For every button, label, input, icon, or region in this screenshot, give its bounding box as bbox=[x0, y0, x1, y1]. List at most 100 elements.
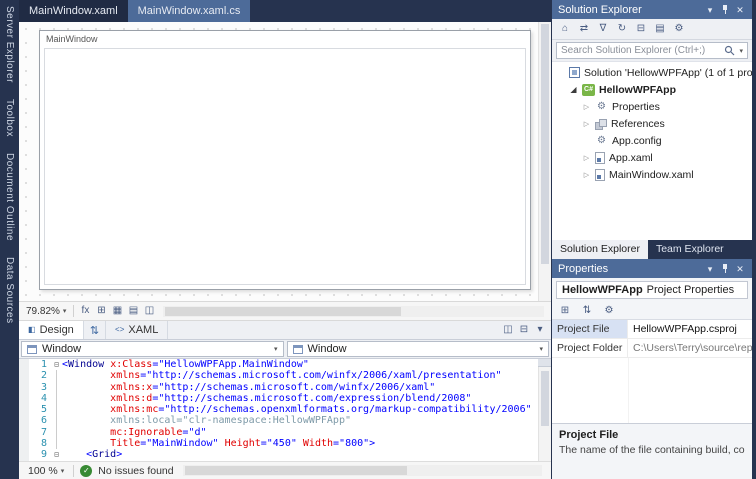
refresh-icon[interactable]: ↻ bbox=[615, 21, 629, 37]
show-all-files-icon[interactable]: ▤ bbox=[653, 21, 667, 37]
properties-icon[interactable]: ⚙ bbox=[672, 21, 686, 37]
side-tab-server-explorer[interactable]: Server Explorer bbox=[4, 6, 15, 83]
alphabetical-icon[interactable]: ⇅ bbox=[580, 303, 594, 319]
editor-splitter-handle[interactable] bbox=[538, 359, 551, 367]
design-tab-label: Design bbox=[40, 324, 74, 336]
fold-box-icon[interactable]: ⊟ bbox=[51, 449, 62, 460]
doc-tab-mainwindow-xaml-cs[interactable]: MainWindow.xaml.cs bbox=[128, 0, 251, 22]
fold-guide bbox=[51, 427, 62, 438]
right-panel: Solution Explorer ▾ ✕ ⌂ ⇄ ∇ ↻ ⊟ ▤ ⚙ ▾ Solution … bbox=[552, 0, 752, 479]
snap-to-grid-icon[interactable]: ▦ bbox=[110, 303, 124, 319]
preview-window-title: MainWindow bbox=[40, 31, 530, 47]
fold-box-icon[interactable]: ⊟ bbox=[51, 359, 62, 370]
switch-views-icon[interactable]: ⇄ bbox=[577, 21, 591, 37]
designer-horizontal-scrollbar[interactable] bbox=[163, 306, 544, 317]
search-icon[interactable] bbox=[724, 45, 735, 56]
vertical-split-icon[interactable]: ◫ bbox=[501, 322, 515, 338]
designer-zoom-dropdown[interactable]: 79.82% ▾ bbox=[23, 306, 69, 317]
effects-fx-icon[interactable]: fx bbox=[78, 303, 92, 319]
tree-item-app-config[interactable]: ⚙App.config bbox=[552, 132, 752, 149]
code-line-3[interactable]: 3 xmlns:x="http://schemas.microsoft.com/… bbox=[19, 382, 551, 393]
side-tab-toolbox[interactable]: Toolbox bbox=[4, 99, 15, 137]
tab-solution-explorer[interactable]: Solution Explorer bbox=[552, 240, 648, 259]
design-preview-window[interactable]: MainWindow bbox=[39, 30, 531, 290]
properties-title: Properties bbox=[558, 263, 700, 275]
design-tab[interactable]: ◧ Design bbox=[19, 321, 84, 339]
property-pages-icon[interactable]: ⚙ bbox=[602, 303, 616, 319]
preview-client-area[interactable] bbox=[44, 48, 526, 285]
tab-team-explorer[interactable]: Team Explorer bbox=[648, 240, 732, 259]
search-input[interactable] bbox=[561, 45, 720, 56]
categorized-icon[interactable]: ⊞ bbox=[558, 303, 572, 319]
line-number: 4 bbox=[29, 393, 51, 404]
code-line-9[interactable]: 9⊟ <Grid> bbox=[19, 449, 551, 460]
pin-icon[interactable] bbox=[719, 263, 731, 274]
doc-tab-mainwindow-xaml[interactable]: MainWindow.xaml bbox=[19, 0, 128, 22]
chevron-down-icon[interactable]: ▾ bbox=[739, 47, 743, 55]
tree-item-solution-hellowwpfapp-1-of-1-project[interactable]: Solution 'HellowWPFApp' (1 of 1 project) bbox=[552, 64, 752, 81]
side-tab-document-outline[interactable]: Document Outline bbox=[4, 153, 15, 241]
code-line-6[interactable]: 6 xmlns:local="clr-namespace:HellowWPFAp… bbox=[19, 415, 551, 426]
horizontal-split-icon[interactable]: ⊟ bbox=[517, 322, 531, 338]
xaml-editor[interactable]: 1⊟<Window x:Class="HellowWPFApp.MainWind… bbox=[19, 359, 551, 461]
chevron-down-icon: ▾ bbox=[63, 307, 67, 315]
swap-panes-button[interactable]: ⇅ bbox=[84, 321, 106, 339]
property-row-project-file[interactable]: Project FileHellowWPFApp.csproj bbox=[552, 320, 752, 339]
line-number: 3 bbox=[29, 382, 51, 393]
editor-zoom-dropdown[interactable]: 100 % ▾ bbox=[25, 465, 67, 477]
property-row-project-folder[interactable]: Project FolderC:\Users\Terry\source\rep bbox=[552, 339, 752, 358]
code-line-5[interactable]: 5 xmlns:mc="http://schemas.openxmlformat… bbox=[19, 404, 551, 415]
scrollbar-thumb[interactable] bbox=[165, 307, 401, 316]
scrollbar-thumb[interactable] bbox=[185, 466, 408, 475]
show-snaplines-icon[interactable]: ▤ bbox=[126, 303, 140, 319]
close-icon[interactable]: ✕ bbox=[734, 261, 746, 277]
collapse-arrow-icon[interactable]: ◢ bbox=[569, 85, 578, 94]
code-text: <Grid> bbox=[62, 449, 551, 460]
xaml-designer-surface[interactable]: MainWindow bbox=[19, 22, 551, 302]
property-name[interactable]: Project File bbox=[552, 320, 628, 338]
toggle-artboard-background-icon[interactable]: ◫ bbox=[142, 303, 156, 319]
code-line-4[interactable]: 4 xmlns:d="http://schemas.microsoft.com/… bbox=[19, 393, 551, 404]
element-dropdown-right[interactable]: Window ▾ bbox=[287, 341, 550, 357]
property-value[interactable]: HellowWPFApp.csproj bbox=[628, 320, 752, 338]
close-icon[interactable]: ✕ bbox=[734, 2, 746, 18]
tool-window-tab-strip: Solution ExplorerTeam Explorer bbox=[552, 240, 752, 259]
element-dropdown-left[interactable]: Window ▾ bbox=[21, 341, 284, 357]
collapse-all-icon[interactable]: ⊟ bbox=[634, 21, 648, 37]
expand-arrow-icon[interactable]: ▷ bbox=[582, 154, 591, 162]
editor-horizontal-scrollbar[interactable] bbox=[183, 465, 542, 476]
code-line-7[interactable]: 7 mc:Ignorable="d" bbox=[19, 427, 551, 438]
code-line-1[interactable]: 1⊟<Window x:Class="HellowWPFApp.MainWind… bbox=[19, 359, 551, 370]
collapse-pane-icon[interactable]: ▾ bbox=[533, 322, 547, 338]
code-line-8[interactable]: 8 Title="MainWindow" Height="450" Width=… bbox=[19, 438, 551, 449]
filter-pending-changes-icon[interactable]: ∇ bbox=[596, 21, 610, 37]
scrollbar-thumb[interactable] bbox=[541, 371, 549, 426]
designer-vertical-scrollbar[interactable] bbox=[538, 22, 551, 301]
tree-item-hellowwpfapp[interactable]: ◢C#HellowWPFApp bbox=[552, 81, 752, 98]
tree-item-app-xaml[interactable]: ▷App.xaml bbox=[552, 149, 752, 166]
pin-icon[interactable] bbox=[719, 4, 731, 15]
tree-item-mainwindow-xaml[interactable]: ▷MainWindow.xaml bbox=[552, 166, 752, 183]
show-grid-icon[interactable]: ⊞ bbox=[94, 303, 108, 319]
expand-arrow-icon[interactable]: ▷ bbox=[582, 103, 591, 111]
tree-item-references[interactable]: ▷References bbox=[552, 115, 752, 132]
side-tab-data-sources[interactable]: Data Sources bbox=[4, 257, 15, 324]
separator bbox=[73, 465, 74, 477]
expand-arrow-icon[interactable]: ▷ bbox=[582, 171, 591, 179]
property-value[interactable]: C:\Users\Terry\source\rep bbox=[628, 339, 752, 357]
tree-item-properties[interactable]: ▷⚙Properties bbox=[552, 98, 752, 115]
property-name[interactable]: Project Folder bbox=[552, 339, 628, 357]
window-position-icon[interactable]: ▾ bbox=[704, 261, 716, 277]
scrollbar-thumb[interactable] bbox=[541, 24, 549, 264]
home-icon[interactable]: ⌂ bbox=[558, 21, 572, 37]
tree-item-label: Properties bbox=[612, 101, 660, 113]
editor-vertical-scrollbar[interactable] bbox=[538, 367, 551, 461]
properties-object-selector[interactable]: HellowWPFApp Project Properties bbox=[556, 281, 748, 299]
code-line-2[interactable]: 2 xmlns="http://schemas.microsoft.com/wi… bbox=[19, 370, 551, 381]
search-box[interactable]: ▾ bbox=[556, 42, 748, 59]
property-description-text: The name of the file containing build, c… bbox=[559, 444, 745, 456]
window-position-icon[interactable]: ▾ bbox=[704, 2, 716, 18]
xaml-tab[interactable]: <> XAML bbox=[106, 321, 168, 339]
expand-arrow-icon[interactable]: ▷ bbox=[582, 120, 591, 128]
line-number: 6 bbox=[29, 415, 51, 426]
